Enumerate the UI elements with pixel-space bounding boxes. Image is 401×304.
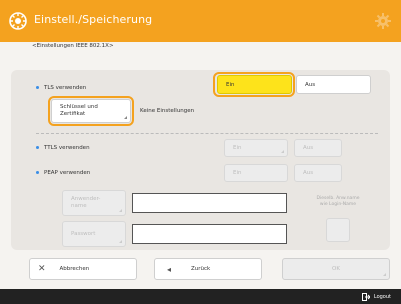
page-title: Einstell./Speicherung [34,13,153,26]
tls-off-button[interactable]: Aus [296,75,371,94]
peap-label: PEAP verwenden [36,170,90,176]
cancel-button[interactable]: ✕ Abbrechen [29,258,137,280]
settings-icon [9,12,27,30]
same-user-checkbox[interactable] [326,218,350,242]
bullet-icon [36,171,39,174]
bottom-bar: ✕ Abbrechen ◂ Zurück OK [11,258,390,280]
corner-arrow-icon [119,209,122,212]
peap-on-button[interactable]: Ein [224,164,288,182]
title-bar: Einstell./Speicherung [0,0,401,42]
bullet-icon [36,86,39,89]
tls-on-button[interactable]: Ein [217,75,292,94]
password-field[interactable] [132,224,287,244]
ttls-off-button[interactable]: Aus [294,139,342,157]
divider [36,133,378,134]
key-cert-button[interactable]: Schlüssel und Zertifikat [51,99,131,123]
tls-label: TLS verwenden [36,85,86,91]
breadcrumb: <Einstellungen IEEE 802.1X> [32,43,114,49]
gear-icon[interactable] [374,12,392,30]
user-name-field[interactable] [132,193,287,213]
close-icon: ✕ [38,264,46,274]
key-cert-status: Keine Einstellungen [140,108,195,114]
corner-arrow-icon [124,116,127,119]
peap-off-button[interactable]: Aus [294,164,342,182]
corner-arrow-icon [119,240,122,243]
back-button[interactable]: ◂ Zurück [154,258,262,280]
ok-button[interactable]: OK [282,258,390,280]
user-name-button[interactable]: Anwender- name [62,190,126,216]
corner-arrow-icon [383,273,386,276]
same-user-note: Dieselb. Anw.name wie Login-Name [316,196,360,207]
corner-arrow-icon [281,150,284,153]
password-button[interactable]: Passwort [62,221,126,247]
logout-icon [361,293,370,301]
ttls-on-button[interactable]: Ein [224,139,288,157]
footer-bar: Logout [0,289,401,304]
arrow-left-icon: ◂ [167,264,172,274]
ttls-label: TTLS verwenden [36,145,90,151]
bullet-icon [36,146,39,149]
logout-button[interactable]: Logout [361,293,391,301]
